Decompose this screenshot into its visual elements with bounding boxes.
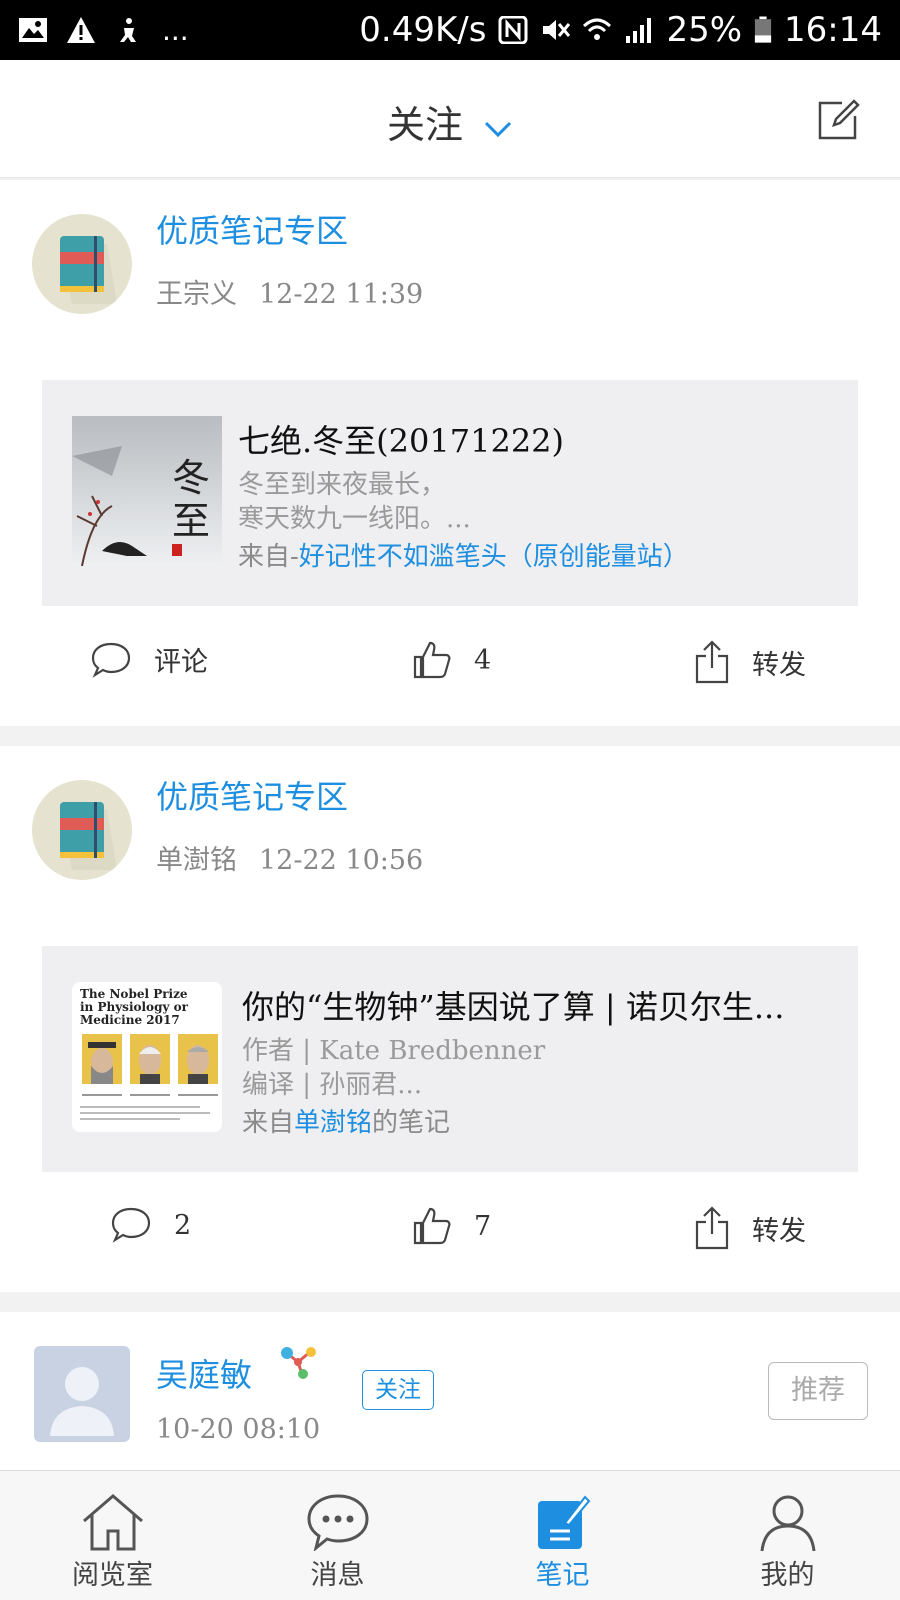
note-thumbnail: 冬 至 [72, 416, 222, 566]
image-icon [19, 18, 47, 42]
user-icon [760, 1495, 815, 1552]
home-icon [82, 1494, 143, 1551]
chevron-down-icon [484, 121, 512, 137]
comment-button[interactable]: 2 [110, 1206, 191, 1244]
group-name[interactable]: 优质笔记专区 [156, 772, 348, 818]
warning-icon [67, 17, 95, 43]
svg-text:冬: 冬 [172, 456, 210, 500]
mute-icon [543, 20, 571, 40]
group-avatar[interactable] [32, 780, 132, 880]
laureate-portraits-image [80, 1034, 218, 1120]
share-button[interactable]: 转发 [694, 640, 806, 684]
bottom-tab-bar: 阅览室 消息 笔记 我的 [0, 1470, 900, 1600]
share-label: 转发 [752, 649, 806, 681]
like-count: 7 [474, 1210, 492, 1242]
post-time: 12-22 10:56 [259, 845, 424, 876]
follow-button[interactable]: 关注 [362, 1370, 434, 1410]
share-button[interactable]: 转发 [694, 1206, 806, 1250]
comment-count: 2 [174, 1209, 192, 1241]
note-source: 来自-好记性不如滥笔头（原创能量站） [238, 536, 689, 573]
user-avatar[interactable] [34, 1346, 130, 1442]
source-prefix: 来自- [238, 542, 299, 572]
tab-label: 我的 [760, 1560, 815, 1591]
battery-icon [754, 16, 772, 43]
post-actions: 评论 4 转发 [0, 628, 900, 698]
note-preview[interactable]: 冬 至 七绝.冬至(20171222) 冬至到来夜最长， 寒天数九一线阳。...… [42, 380, 858, 606]
tab-notes[interactable]: 笔记 [450, 1471, 675, 1600]
status-more: ... [162, 13, 189, 47]
feed-card: 优质笔记专区 王宗义 12-22 11:39 冬 至 七绝.冬至(20171222… [0, 180, 900, 726]
net-speed: 0.49K/s [359, 10, 487, 50]
feed-card: 优质笔记专区 单澍铭 12-22 10:56 The Nobel Prize in… [0, 746, 900, 1292]
user-name[interactable]: 吴庭敏 [156, 1350, 252, 1396]
like-button[interactable]: 7 [412, 1206, 491, 1246]
compose-icon[interactable] [816, 98, 860, 142]
comment-button[interactable]: 评论 [90, 640, 208, 679]
like-button[interactable]: 4 [412, 640, 491, 680]
thumbs-up-icon [413, 1207, 451, 1245]
comment-icon [111, 1207, 151, 1243]
recommend-button[interactable]: 推荐 [768, 1362, 868, 1420]
note-title: 七绝.冬至(20171222) [238, 422, 565, 460]
post-meta: 王宗义 12-22 11:39 [156, 272, 423, 311]
page-title: 关注 [386, 103, 463, 147]
source-link[interactable]: 单澍铭 [294, 1108, 372, 1138]
tab-label: 笔记 [535, 1560, 590, 1591]
battery-percent: 25% [666, 10, 743, 50]
comment-icon [91, 642, 131, 678]
author-name[interactable]: 单澍铭 [156, 845, 237, 876]
group-name[interactable]: 优质笔记专区 [156, 206, 348, 252]
clock: 16:14 [784, 10, 882, 50]
share-label: 转发 [752, 1215, 806, 1247]
notebook-icon [60, 236, 117, 304]
note-preview[interactable]: The Nobel Prize in Physiology or Medicin… [42, 946, 858, 1172]
note-excerpt-line: 作者 | Kate Bredbenner [242, 1036, 546, 1066]
share-icon [695, 1206, 729, 1250]
note-excerpt-line: 编译 | 孙丽君... [242, 1070, 423, 1100]
note-icon [537, 1495, 590, 1549]
post-meta: 单澍铭 12-22 10:56 [156, 838, 423, 877]
user-post-card: 吴庭敏 关注 10-20 08:10 推荐 [0, 1312, 900, 1470]
like-count: 4 [474, 644, 492, 676]
badge-icon [281, 1347, 316, 1379]
notebook-icon [60, 802, 117, 870]
post-time: 12-22 11:39 [259, 279, 424, 310]
post-actions: 2 7 转发 [0, 1194, 900, 1264]
note-source: 来自单澍铭的笔记 [242, 1102, 450, 1139]
source-suffix: 的笔记 [372, 1108, 451, 1138]
post-time: 10-20 08:10 [156, 1414, 321, 1445]
note-excerpt-line: 寒天数九一线阳。... [238, 504, 471, 534]
tab-me[interactable]: 我的 [675, 1471, 900, 1600]
nfc-icon [498, 16, 528, 44]
status-bar: ... 0.49K/s 25% 16:14 [0, 0, 900, 60]
tab-label: 阅览室 [72, 1560, 153, 1591]
note-title: 你的“生物钟”基因说了算 | 诺贝尔生... [242, 988, 785, 1026]
group-avatar[interactable] [32, 214, 132, 314]
usb-debug-icon [120, 18, 136, 42]
tab-messages[interactable]: 消息 [225, 1471, 450, 1600]
tab-reading-room[interactable]: 阅览室 [0, 1471, 225, 1600]
chat-icon [306, 1494, 369, 1551]
winter-painting-image: 冬 至 [72, 416, 222, 566]
tab-label: 消息 [310, 1560, 365, 1591]
top-nav-bar: 关注 [0, 60, 900, 178]
wifi-icon [583, 18, 612, 40]
share-icon [695, 640, 729, 684]
default-avatar-icon [50, 1367, 114, 1436]
author-name[interactable]: 王宗义 [156, 279, 237, 310]
feed-filter-dropdown[interactable]: 关注 [0, 94, 900, 149]
comment-label: 评论 [154, 647, 208, 678]
thumbs-up-icon [413, 641, 451, 679]
note-thumbnail: The Nobel Prize in Physiology or Medicin… [72, 982, 222, 1132]
note-excerpt-line: 冬至到来夜最长， [238, 470, 447, 500]
svg-text:至: 至 [172, 499, 210, 543]
signal-icon [626, 18, 652, 43]
source-prefix: 来自 [242, 1108, 295, 1138]
source-link[interactable]: 好记性不如滥笔头（原创能量站） [299, 542, 689, 572]
